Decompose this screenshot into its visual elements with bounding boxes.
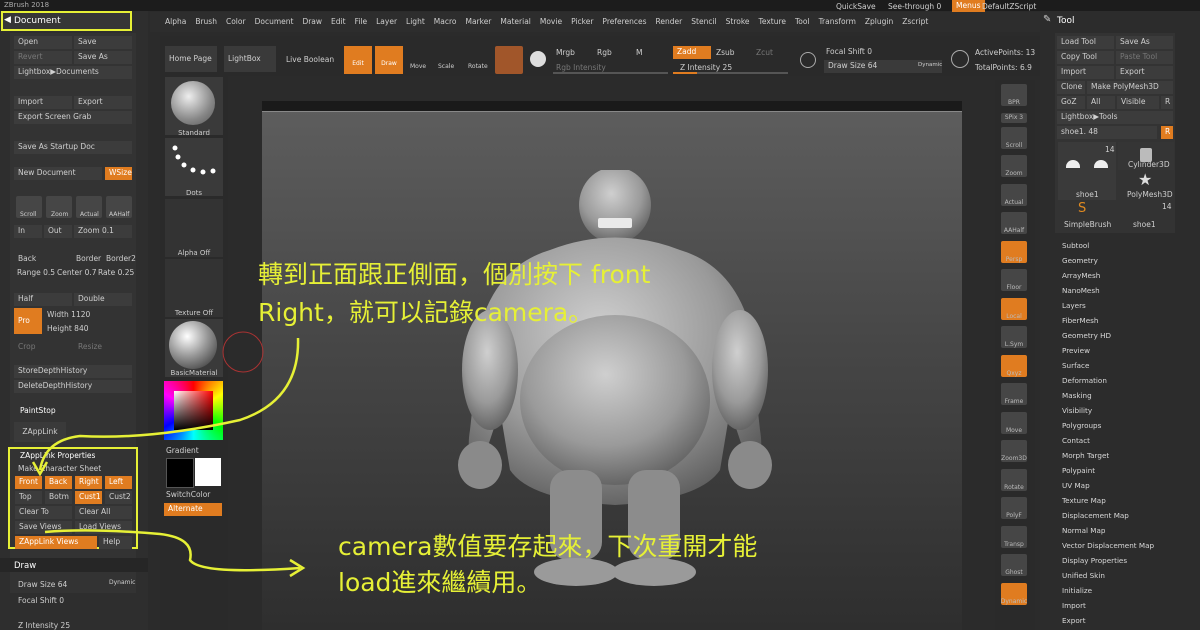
shelf-label: BPR <box>1008 99 1020 106</box>
tool-item-surface[interactable]: Surface <box>1055 358 1195 373</box>
simplebrush-icon: S <box>1078 201 1087 216</box>
shoe1b-label[interactable]: shoe1 <box>1133 220 1156 229</box>
shelf-label: Transp <box>1004 540 1024 548</box>
shelf-label: PolyF <box>1006 512 1022 519</box>
shoe-icon-b <box>1094 160 1108 168</box>
tool-item-masking[interactable]: Masking <box>1055 388 1195 403</box>
brush-cursor-circle <box>222 331 264 373</box>
paste-tool-button[interactable]: Paste Tool <box>1116 51 1173 64</box>
shelf-label: Zoom <box>1005 170 1023 177</box>
shelf-label: Persp <box>1005 255 1023 263</box>
tool-item-polygroups[interactable]: Polygroups <box>1055 418 1195 433</box>
tool-item-preview[interactable]: Preview <box>1055 343 1195 358</box>
shelf-label: Dynamic <box>1000 597 1028 605</box>
tool-item-texture-map[interactable]: Texture Map <box>1055 493 1195 508</box>
arrow-from-load-views <box>44 529 301 572</box>
tool-item-unified-skin[interactable]: Unified Skin <box>1055 568 1195 583</box>
shoe-icon-a <box>1066 160 1080 168</box>
tool-item-contact[interactable]: Contact <box>1055 433 1195 448</box>
r-button[interactable]: R <box>1161 96 1173 109</box>
shelf-label: AAHalf <box>1003 227 1025 234</box>
tool-item-visibility[interactable]: Visibility <box>1055 403 1195 418</box>
tool-item-uv-map[interactable]: UV Map <box>1055 478 1195 493</box>
tool-item-displacement-map[interactable]: Displacement Map <box>1055 508 1195 523</box>
tool-item-nanomesh[interactable]: NanoMesh <box>1055 283 1195 298</box>
shoe1-label: shoe1 <box>1076 190 1099 199</box>
tool-item-deformation[interactable]: Deformation <box>1055 373 1195 388</box>
shoe1b-count: 14 <box>1162 202 1172 211</box>
tool-import-button[interactable]: Import <box>1057 66 1114 79</box>
shelf-label: Floor <box>1006 284 1022 291</box>
tool-item-arraymesh[interactable]: ArrayMesh <box>1055 268 1195 283</box>
clone-button[interactable]: Clone <box>1057 81 1085 94</box>
simplebrush-label[interactable]: SimpleBrush <box>1064 220 1111 229</box>
shoe1-count: 14 <box>1105 145 1115 154</box>
shoe-r-button[interactable]: R <box>1161 126 1173 139</box>
shoe-tool-slider[interactable]: shoe1. 48 <box>1057 126 1157 139</box>
shelf-label: Scroll <box>1005 141 1023 149</box>
cylinder3d-label: Cylinder3D <box>1128 160 1170 169</box>
tool-item-vector-displacement-map[interactable]: Vector Displacement Map <box>1055 538 1195 553</box>
shelf-label: Local <box>1006 312 1022 320</box>
tool-subpalette-list: Subtool Geometry ArrayMesh NanoMesh Layers Fi… <box>1055 238 1195 628</box>
lightbox-tools-button[interactable]: Lightbox▶Tools <box>1057 111 1173 124</box>
visible-button[interactable]: Visible <box>1117 96 1159 109</box>
shelf-label: Actual <box>1004 198 1024 206</box>
shelf-label: Rotate <box>1004 483 1024 491</box>
shelf-label: Zoom3D <box>1001 455 1027 462</box>
tool-item-subtool[interactable]: Subtool <box>1055 238 1195 253</box>
polymesh-star-icon: ★ <box>1138 170 1153 189</box>
all-button[interactable]: All <box>1087 96 1115 109</box>
shelf-label: Move <box>1005 426 1023 434</box>
shelf-label: L.Sym <box>1004 341 1024 348</box>
tool-item-fibermesh[interactable]: FiberMesh <box>1055 313 1195 328</box>
tool-item-layers[interactable]: Layers <box>1055 298 1195 313</box>
tool-item-morph-target[interactable]: Morph Target <box>1055 448 1195 463</box>
polymesh3d-label[interactable]: PolyMesh3D <box>1127 190 1173 199</box>
tool-export-button[interactable]: Export <box>1116 66 1173 79</box>
arrow-to-front-right <box>38 337 300 471</box>
make-polymesh-button[interactable]: Make PolyMesh3D <box>1087 81 1173 94</box>
tool-wrench-icon: ✎ <box>1043 14 1052 25</box>
tool-item-export[interactable]: Export <box>1055 613 1195 628</box>
shelf-label: Frame <box>1004 398 1024 405</box>
goz-button[interactable]: GoZ <box>1057 96 1085 109</box>
tool-item-import[interactable]: Import <box>1055 598 1195 613</box>
shelf-label: Ghost <box>1005 569 1023 576</box>
tool-save-as-button[interactable]: Save As <box>1116 36 1173 49</box>
tool-item-geometry-hd[interactable]: Geometry HD <box>1055 328 1195 343</box>
copy-tool-button[interactable]: Copy Tool <box>1057 51 1114 64</box>
tool-item-normal-map[interactable]: Normal Map <box>1055 523 1195 538</box>
shelf-label: SPix 3 <box>1004 113 1024 121</box>
load-tool-button[interactable]: Load Tool <box>1057 36 1114 49</box>
tool-item-initialize[interactable]: Initialize <box>1055 583 1195 598</box>
tool-item-polypaint[interactable]: Polypaint <box>1055 463 1195 478</box>
tool-title: Tool <box>1057 16 1075 26</box>
tool-item-display-properties[interactable]: Display Properties <box>1055 553 1195 568</box>
shelf-label: Qxyz <box>1006 369 1022 377</box>
tool-item-geometry[interactable]: Geometry <box>1055 253 1195 268</box>
